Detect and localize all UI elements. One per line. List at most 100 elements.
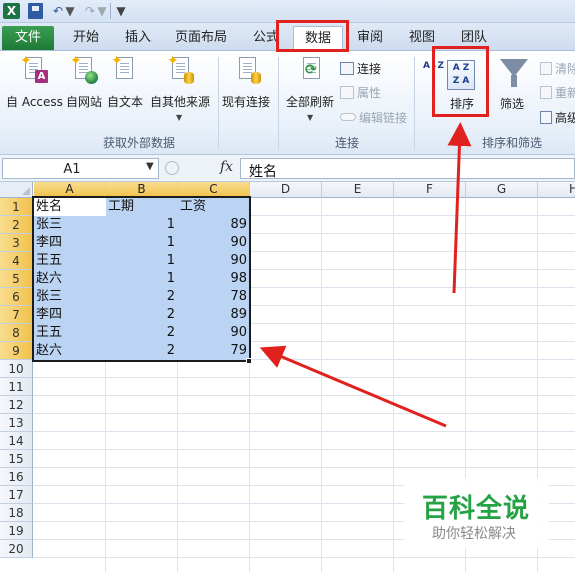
- from-other-sources-button[interactable]: 自其他来源: [150, 93, 210, 110]
- row-header-13[interactable]: 13: [0, 414, 33, 432]
- clear-filter-label: 清除: [555, 61, 575, 76]
- chevron-down-icon: ▼: [307, 113, 314, 122]
- from-other-sources-icon[interactable]: ✦: [167, 53, 194, 84]
- group-label-sort-filter: 排序和筛选: [482, 136, 543, 150]
- existing-connections-button[interactable]: 现有连接: [222, 93, 270, 110]
- reapply-button[interactable]: 重新: [540, 83, 575, 101]
- advanced-filter-label: 高级: [555, 110, 575, 125]
- advanced-filter-icon: [540, 110, 552, 124]
- select-all-corner[interactable]: [0, 182, 33, 198]
- row-header-9[interactable]: 9: [0, 342, 33, 360]
- existing-connections-icon[interactable]: [236, 56, 261, 84]
- watermark-subtitle: 助你轻松解决: [432, 526, 516, 542]
- filter-button[interactable]: 筛选: [500, 95, 524, 112]
- from-text-icon[interactable]: ✦: [111, 53, 137, 84]
- formula-bar: A1 ▼ fx 姓名: [0, 155, 575, 182]
- gridline: [33, 431, 575, 432]
- row-header-10[interactable]: 10: [0, 360, 33, 378]
- properties-icon: [340, 85, 354, 99]
- column-header-f[interactable]: F: [394, 182, 466, 198]
- chevron-down-icon: ▼: [176, 113, 183, 122]
- group-label-get-external: 获取外部数据: [103, 136, 176, 150]
- row-header-14[interactable]: 14: [0, 432, 33, 450]
- row-header-18[interactable]: 18: [0, 504, 33, 522]
- gridline: [33, 449, 575, 450]
- group-separator: [278, 57, 279, 149]
- connections-icon: [340, 61, 354, 75]
- row-header-19[interactable]: 19: [0, 522, 33, 540]
- selection-border: [32, 196, 251, 362]
- refresh-all-button[interactable]: 全部刷新: [286, 93, 334, 110]
- row-header-20[interactable]: 20: [0, 540, 33, 558]
- link-icon: [340, 113, 356, 121]
- edit-links-button[interactable]: 编辑链接: [340, 108, 407, 126]
- formula-text: 姓名: [249, 164, 277, 180]
- clear-filter-icon: [540, 61, 552, 75]
- redo-icon[interactable]: ↷: [82, 3, 98, 19]
- row-header-8[interactable]: 8: [0, 324, 33, 342]
- tab-review[interactable]: 审阅: [350, 26, 390, 50]
- from-text-button[interactable]: 自文本: [107, 93, 143, 110]
- filter-icon-stem: [511, 75, 517, 87]
- group-label-connections: 连接: [335, 136, 360, 150]
- gridline: [33, 557, 575, 558]
- advanced-filter-button[interactable]: 高级: [540, 108, 575, 126]
- column-header-e[interactable]: E: [322, 182, 394, 198]
- gridline: [33, 467, 575, 468]
- watermark-title: 百科全说: [422, 494, 531, 524]
- fill-handle[interactable]: [246, 358, 252, 364]
- from-web-icon[interactable]: ✦: [70, 53, 98, 84]
- row-header-3[interactable]: 3: [0, 234, 33, 252]
- save-icon[interactable]: [28, 3, 43, 19]
- properties-button[interactable]: 属性: [340, 83, 381, 101]
- row-header-16[interactable]: 16: [0, 468, 33, 486]
- chevron-down-icon[interactable]: ▼: [146, 161, 154, 172]
- customize-qat-icon[interactable]: ▼: [116, 3, 126, 19]
- reapply-label: 重新: [555, 85, 575, 100]
- gridline: [33, 395, 575, 396]
- row-header-1[interactable]: 1: [0, 198, 33, 216]
- gridline: [33, 377, 575, 378]
- expand-icon: [165, 161, 179, 175]
- reapply-icon: [540, 85, 552, 99]
- row-header-12[interactable]: 12: [0, 396, 33, 414]
- row-header-7[interactable]: 7: [0, 306, 33, 324]
- formula-controls: fx: [162, 158, 238, 179]
- row-header-15[interactable]: 15: [0, 450, 33, 468]
- row-header-6[interactable]: 6: [0, 288, 33, 306]
- tab-home[interactable]: 开始: [64, 26, 108, 50]
- gridline: [33, 413, 575, 414]
- gridline: [321, 198, 322, 572]
- row-header-11[interactable]: 11: [0, 378, 33, 396]
- column-header-g[interactable]: G: [466, 182, 538, 198]
- row-header-5[interactable]: 5: [0, 270, 33, 288]
- properties-label: 属性: [357, 85, 382, 100]
- column-header-d[interactable]: D: [250, 182, 322, 198]
- gridline: [393, 198, 394, 572]
- row-header-17[interactable]: 17: [0, 486, 33, 504]
- refresh-all-icon[interactable]: ⟳: [300, 56, 324, 84]
- tab-page-layout[interactable]: 页面布局: [168, 26, 234, 50]
- clear-filter-button[interactable]: 清除: [540, 59, 575, 77]
- column-header-h[interactable]: H: [538, 182, 575, 198]
- highlight-sort-button: [432, 46, 489, 117]
- from-access-icon[interactable]: ✦ A: [20, 53, 48, 84]
- from-access-button[interactable]: 自 Access: [6, 93, 63, 110]
- undo-dropdown-icon[interactable]: ▼: [65, 3, 74, 19]
- redo-dropdown-icon[interactable]: ▼: [97, 3, 106, 19]
- formula-input[interactable]: 姓名: [240, 158, 575, 180]
- name-box[interactable]: A1 ▼: [2, 158, 159, 179]
- row-header-2[interactable]: 2: [0, 216, 33, 234]
- excel-icon: X: [3, 3, 20, 19]
- from-web-button[interactable]: 自网站: [66, 93, 102, 110]
- name-box-value: A1: [63, 162, 81, 177]
- tab-file[interactable]: 文件: [2, 26, 54, 50]
- tab-insert[interactable]: 插入: [116, 26, 160, 50]
- insert-function-button[interactable]: fx: [220, 159, 233, 175]
- undo-icon[interactable]: ↶: [50, 3, 66, 19]
- row-header-4[interactable]: 4: [0, 252, 33, 270]
- group-separator: [414, 57, 415, 149]
- qat-separator: [110, 3, 111, 19]
- connections-button[interactable]: 连接: [340, 59, 381, 77]
- connections-label: 连接: [357, 61, 382, 76]
